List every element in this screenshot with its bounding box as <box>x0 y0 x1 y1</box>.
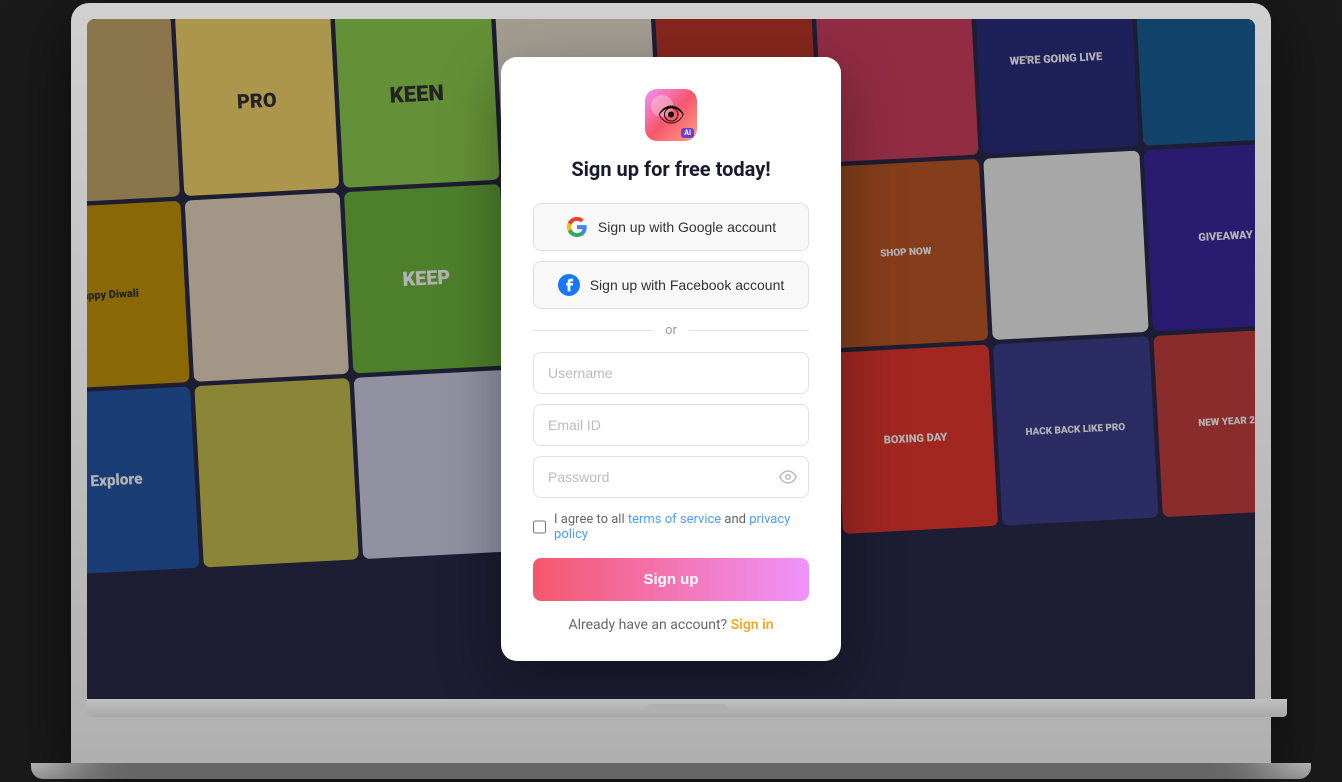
already-text: Already have an account? <box>568 617 727 633</box>
toggle-password-button[interactable] <box>779 468 797 486</box>
modal-logo: 👁 AI <box>533 89 809 141</box>
terms-checkbox[interactable] <box>533 520 546 534</box>
modal-wrapper: 👁 AI Sign up for free today! Sign up wit <box>87 19 1255 699</box>
divider: or <box>533 323 809 338</box>
divider-line-left <box>533 330 653 331</box>
facebook-btn-label: Sign up with Facebook account <box>590 277 785 293</box>
signup-button[interactable]: Sign up <box>533 558 809 601</box>
laptop-base <box>31 763 1311 779</box>
logo-badge: AI <box>681 128 694 138</box>
divider-line-right <box>689 330 809 331</box>
signup-modal: 👁 AI Sign up for free today! Sign up wit <box>501 57 841 661</box>
app-logo: 👁 AI <box>645 89 697 141</box>
laptop-screen: PRO KEEN X-MASSALE WE'RE GOING LIVE Happ… <box>87 19 1255 699</box>
divider-text: or <box>665 323 677 338</box>
terms-label: I agree to all terms of service and priv… <box>554 512 809 542</box>
terms-link[interactable]: terms of service <box>628 512 721 527</box>
terms-row: I agree to all terms of service and priv… <box>533 512 809 542</box>
google-icon <box>566 216 588 238</box>
password-input[interactable] <box>533 456 809 498</box>
modal-title: Sign up for free today! <box>533 157 809 181</box>
signin-link[interactable]: Sign in <box>731 617 774 633</box>
logo-eye-icon: 👁 <box>657 103 685 128</box>
trackpad-notch <box>647 704 727 712</box>
username-input[interactable] <box>533 352 809 394</box>
password-wrapper <box>533 456 809 498</box>
facebook-icon <box>558 274 580 296</box>
google-signup-button[interactable]: Sign up with Google account <box>533 203 809 251</box>
signin-row: Already have an account? Sign in <box>533 617 809 633</box>
laptop-frame: PRO KEEN X-MASSALE WE'RE GOING LIVE Happ… <box>71 3 1271 763</box>
laptop-bottom-bar <box>87 699 1287 717</box>
email-input[interactable] <box>533 404 809 446</box>
facebook-signup-button[interactable]: Sign up with Facebook account <box>533 261 809 309</box>
google-btn-label: Sign up with Google account <box>598 219 776 235</box>
